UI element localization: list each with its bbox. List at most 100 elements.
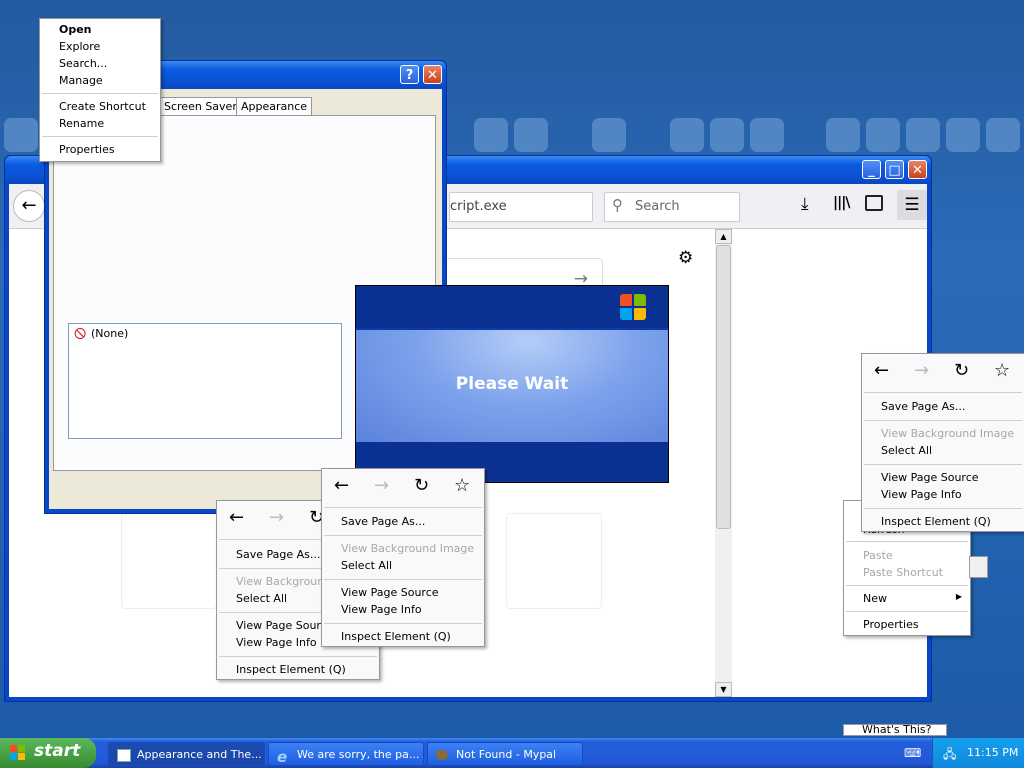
menu-item-inspect-element[interactable]: Inspect Element (Q) xyxy=(322,628,484,645)
menu-item-create-shortcut[interactable]: Create Shortcut xyxy=(40,98,160,115)
menu-separator xyxy=(42,136,158,137)
address-text: cript.exe xyxy=(450,199,507,214)
menu-separator xyxy=(324,535,482,536)
sidebar-icon[interactable] xyxy=(865,195,883,211)
forward-icon: → xyxy=(269,507,285,528)
scroll-up-button[interactable]: ▲ xyxy=(715,229,732,244)
control-panel-icon xyxy=(117,749,131,762)
menu-item-save-page-as[interactable]: Save Page As... xyxy=(862,398,1024,415)
menu-item-view-background-image: View Background Image xyxy=(341,542,475,555)
vertical-scrollbar[interactable]: ▲ ▼ xyxy=(715,229,732,697)
whats-this-fragment[interactable]: What's This? xyxy=(843,724,947,736)
search-placeholder: Search xyxy=(635,199,680,214)
address-bar[interactable]: cript.exe xyxy=(449,192,593,222)
menu-separator xyxy=(324,623,482,624)
please-wait-text: Please Wait xyxy=(455,374,569,394)
reload-icon[interactable]: ↻ xyxy=(414,476,429,496)
close-button[interactable]: ✕ xyxy=(908,160,927,179)
partial-button[interactable] xyxy=(969,556,988,578)
submenu-arrow-icon: ▶ xyxy=(955,592,962,601)
menu-item-select-all[interactable]: Select All xyxy=(862,442,1024,459)
page-context-menu: ← → ↻ ☆ Save Page As... View Background … xyxy=(861,353,1024,532)
reload-icon[interactable]: ↻ xyxy=(954,361,969,381)
menu-separator xyxy=(864,464,1022,465)
menu-item-paste-shortcut: Paste Shortcut xyxy=(863,566,944,579)
menu-separator xyxy=(864,420,1022,421)
bookmark-star-icon[interactable]: ☆ xyxy=(994,361,1010,381)
internet-explorer-icon: e xyxy=(277,748,288,766)
taskbar-button-mypal[interactable]: Not Found - Mypal xyxy=(427,742,583,766)
system-tray: 🖧 11:15 PM xyxy=(932,738,1024,768)
menu-item-properties[interactable]: Properties xyxy=(844,616,970,633)
forward-icon: → xyxy=(914,360,930,381)
download-icon[interactable]: ⤓ xyxy=(801,194,809,214)
menu-item-new[interactable]: New xyxy=(844,590,970,607)
menu-separator xyxy=(864,508,1022,509)
keyboard-icon[interactable]: ⌨ xyxy=(904,746,921,760)
menu-item-paste: Paste xyxy=(863,549,893,562)
menu-separator xyxy=(42,93,158,94)
menu-item-explore[interactable]: Explore xyxy=(40,38,160,55)
menu-separator xyxy=(846,611,968,612)
menu-item-view-background-image: View Background Image xyxy=(881,427,1015,440)
page-context-menu: ← → ↻ ☆ Save Page As... View Background … xyxy=(321,468,485,647)
windows-flag-icon xyxy=(10,745,26,761)
library-icon[interactable]: |||\ xyxy=(833,195,850,211)
menu-separator xyxy=(864,392,1022,393)
start-button[interactable]: start xyxy=(0,738,96,768)
desktop-context-menu: Open Explore Search... Manage Create Sho… xyxy=(39,18,161,162)
menu-item-rename[interactable]: Rename xyxy=(40,115,160,132)
tab-screen-saver[interactable]: Screen Saver xyxy=(159,97,242,115)
top-site-tile[interactable] xyxy=(121,513,217,609)
menu-item-view-page-info[interactable]: View Page Info xyxy=(322,601,484,618)
menu-separator xyxy=(219,656,377,657)
menu-item-view-page-info[interactable]: View Page Info xyxy=(862,486,1024,503)
none-icon: 🛇 xyxy=(74,327,87,341)
menu-separator xyxy=(324,579,482,580)
menu-item-save-page-as[interactable]: Save Page As... xyxy=(322,513,484,530)
back-icon[interactable]: ← xyxy=(229,508,244,528)
please-wait-dialog: Please Wait xyxy=(355,285,669,483)
back-icon[interactable]: ← xyxy=(874,361,889,381)
mypal-icon xyxy=(436,750,448,760)
scroll-down-button[interactable]: ▼ xyxy=(715,682,732,697)
please-wait-panel: Please Wait xyxy=(356,330,668,442)
back-icon[interactable]: ← xyxy=(334,476,349,496)
menu-item-view-page-source[interactable]: View Page Source xyxy=(322,584,484,601)
help-button[interactable]: ? xyxy=(400,65,419,84)
start-label: start xyxy=(34,741,81,761)
menu-item-open[interactable]: Open xyxy=(40,21,160,38)
menu-item-manage[interactable]: Manage xyxy=(40,72,160,89)
context-nav-row: ← → ↻ ☆ xyxy=(862,354,1024,388)
search-box[interactable]: ⚲ Search xyxy=(604,192,740,222)
taskbar-button-appearance[interactable]: Appearance and The... xyxy=(108,742,265,766)
menu-button[interactable]: ☰ xyxy=(897,190,927,220)
close-button[interactable]: ✕ xyxy=(423,65,442,84)
menu-item-inspect-element[interactable]: Inspect Element (Q) xyxy=(862,513,1024,530)
menu-item-select-all[interactable]: Select All xyxy=(322,557,484,574)
menu-item-properties[interactable]: Properties xyxy=(40,141,160,158)
bookmark-star-icon[interactable]: ☆ xyxy=(454,476,470,496)
menu-separator xyxy=(846,585,968,586)
minimize-button[interactable]: _ xyxy=(862,160,881,179)
menu-separator xyxy=(846,541,968,542)
forward-icon: → xyxy=(374,475,390,496)
top-site-tile[interactable] xyxy=(506,513,602,609)
menu-separator xyxy=(324,507,482,508)
clock: 11:15 PM xyxy=(967,746,1019,759)
tab-appearance[interactable]: Appearance xyxy=(236,97,313,115)
scroll-thumb[interactable] xyxy=(716,245,731,529)
context-nav-row: ← → ↻ ☆ xyxy=(322,469,484,503)
list-item[interactable]: (None) xyxy=(91,327,128,340)
screen-saver-list[interactable]: 🛇 (None) xyxy=(68,323,342,439)
taskbar-button-ie[interactable]: e We are sorry, the pa... xyxy=(268,742,424,766)
windows-logo-icon xyxy=(618,292,648,322)
network-icon[interactable]: 🖧 xyxy=(943,745,956,766)
back-button[interactable]: ← xyxy=(13,190,45,222)
menu-item-search[interactable]: Search... xyxy=(40,55,160,72)
menu-item-inspect-element[interactable]: Inspect Element (Q) xyxy=(217,661,379,678)
menu-item-view-page-source[interactable]: View Page Source xyxy=(862,469,1024,486)
maximize-button[interactable]: □ xyxy=(885,160,904,179)
search-icon: ⚲ xyxy=(612,196,623,214)
gear-icon[interactable]: ⚙ xyxy=(678,248,693,268)
